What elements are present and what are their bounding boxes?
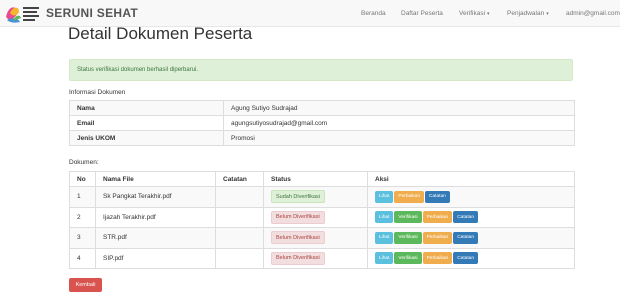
revise-button[interactable]: Perbaikan: [394, 190, 425, 203]
cell-status: Sudah Diverifikasi: [263, 186, 368, 208]
cell-no: 1: [69, 186, 96, 208]
status-badge: Belum Diverifikasi: [271, 231, 325, 245]
status-badge: Sudah Diverifikasi: [271, 190, 326, 204]
info-section-label: Informasi Dokumen: [69, 89, 126, 96]
col-header-no: No: [69, 171, 96, 187]
verify-button[interactable]: Verifikasi: [394, 211, 422, 224]
table-row: 1 Sk Pangkat Terakhir.pdf Sudah Diverifi…: [69, 186, 575, 208]
documents-table: No Nama File Catatan Status Aksi 1 Sk Pa…: [69, 171, 575, 269]
table-row: Email agungsutiyosudrajad@gmail.com: [69, 115, 575, 131]
cell-no: 3: [69, 227, 96, 249]
note-button[interactable]: Catatan: [425, 190, 450, 203]
chevron-down-icon: ▾: [487, 11, 490, 17]
info-key: Nama: [69, 100, 224, 116]
nav-verifikasi-label: Verifikasi: [459, 10, 486, 17]
verify-button[interactable]: Verifikasi: [394, 252, 422, 265]
chevron-down-icon: ▾: [546, 11, 549, 17]
seruni-logo-icon[interactable]: [4, 3, 42, 24]
cell-status: Belum Diverifikasi: [263, 206, 368, 228]
info-value: Promosi: [223, 130, 575, 146]
cell-file: STR.pdf: [95, 227, 216, 249]
info-table: Nama Agung Sutiyo Sudrajad Email agungsu…: [69, 100, 575, 146]
table-row: 3 STR.pdf Belum Diverifikasi Lihat Verifi…: [69, 227, 575, 249]
view-button[interactable]: Lihat: [375, 211, 394, 224]
view-button[interactable]: Lihat: [375, 190, 394, 203]
cell-status: Belum Diverifikasi: [263, 247, 368, 269]
nav-verifikasi[interactable]: Verifikasi ▾: [459, 10, 490, 17]
cell-no: 2: [69, 206, 96, 228]
cell-file: Sk Pangkat Terakhir.pdf: [95, 186, 216, 208]
nav-penjadwalan-label: Penjadwalan: [507, 10, 545, 17]
note-button[interactable]: Catatan: [453, 231, 479, 244]
nav-daftar-peserta[interactable]: Daftar Peserta: [401, 10, 443, 17]
view-button[interactable]: Lihat: [375, 231, 394, 244]
brand-name[interactable]: SERUNI SEHAT: [46, 6, 138, 20]
cell-note: [215, 206, 264, 228]
view-button[interactable]: Lihat: [375, 252, 394, 265]
note-button[interactable]: Catatan: [453, 211, 479, 224]
info-value: Agung Sutiyo Sudrajad: [223, 100, 575, 116]
cell-status: Belum Diverifikasi: [263, 227, 368, 249]
note-button[interactable]: Catatan: [453, 252, 479, 265]
verify-button[interactable]: Verifikasi: [394, 231, 422, 244]
table-row: 2 Ijazah Terakhir.pdf Belum Diverifikasi…: [69, 206, 575, 228]
cell-note: [215, 227, 264, 249]
col-header-note: Catatan: [215, 171, 264, 187]
documents-section-label: Dokumen:: [69, 159, 99, 166]
nav-user-email[interactable]: admin@gmail.com: [566, 10, 620, 17]
table-header-row: No Nama File Catatan Status Aksi: [69, 171, 575, 187]
revise-button[interactable]: Perbaikan: [422, 252, 453, 265]
nav-beranda[interactable]: Beranda: [361, 10, 386, 17]
cell-file: Ijazah Terakhir.pdf: [95, 206, 216, 228]
cell-actions: Lihat Perbaikan Catatan: [367, 186, 575, 208]
info-key: Jenis UKOM: [69, 130, 224, 146]
col-header-actions: Aksi: [367, 171, 575, 187]
cell-file: SIP.pdf: [95, 247, 216, 269]
table-row: Nama Agung Sutiyo Sudrajad: [69, 100, 575, 116]
table-row: 4 SIP.pdf Belum Diverifikasi Lihat Verifi…: [69, 247, 575, 269]
nav-penjadwalan[interactable]: Penjadwalan ▾: [507, 10, 549, 17]
cell-actions: Lihat Verifikasi Perbaikan Catatan: [367, 206, 575, 228]
table-row: Jenis UKOM Promosi: [69, 130, 575, 146]
status-badge: Belum Diverifikasi: [271, 210, 325, 224]
revise-button[interactable]: Perbaikan: [422, 231, 453, 244]
info-key: Email: [69, 115, 224, 131]
success-alert: Status verifikasi dokumen berhasil diper…: [69, 59, 573, 81]
revise-button[interactable]: Perbaikan: [422, 211, 453, 224]
top-navbar: SERUNI SEHAT Beranda Daftar Peserta Veri…: [0, 0, 620, 27]
cell-no: 4: [69, 247, 96, 269]
cell-actions: Lihat Verifikasi Perbaikan Catatan: [367, 227, 575, 249]
status-badge: Belum Diverifikasi: [271, 251, 325, 265]
col-header-file: Nama File: [95, 171, 216, 187]
cell-note: [215, 186, 264, 208]
back-button[interactable]: Kembali: [69, 278, 102, 292]
col-header-status: Status: [263, 171, 368, 187]
info-value: agungsutiyosudrajad@gmail.com: [223, 115, 575, 131]
page-title: Detail Dokumen Peserta: [68, 24, 253, 43]
cell-note: [215, 247, 264, 269]
cell-actions: Lihat Verifikasi Perbaikan Catatan: [367, 247, 575, 269]
